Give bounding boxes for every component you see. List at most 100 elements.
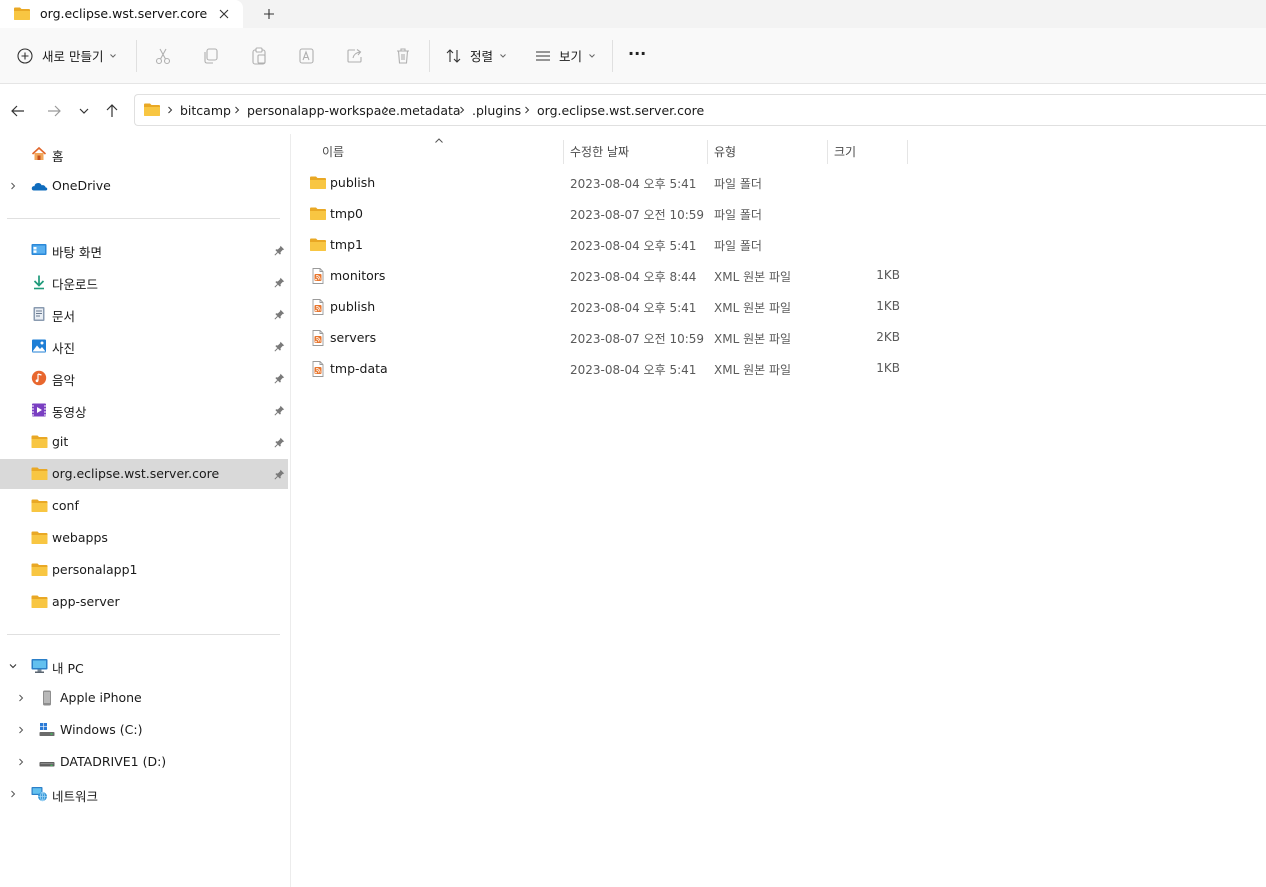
folder-icon <box>143 102 161 117</box>
sidebar-item-personalapp1[interactable]: personalapp1 <box>0 555 288 585</box>
download-icon <box>31 274 47 290</box>
pin-icon[interactable] <box>274 437 285 448</box>
breadcrumb-item[interactable]: .plugins <box>472 103 521 118</box>
file-row[interactable]: tmp-data 2023-08-04 오후 5:41 XML 원본 파일 1K… <box>300 354 910 384</box>
sidebar-item-org-eclipse-wst-server-core[interactable]: org.eclipse.wst.server.core <box>0 459 288 489</box>
pin-icon[interactable] <box>274 469 285 480</box>
file-date: 2023-08-07 오전 10:59 <box>570 332 705 346</box>
pin-icon[interactable] <box>274 341 285 352</box>
pin-icon[interactable] <box>274 373 285 384</box>
sidebar-item-desktop[interactable]: 바탕 화면 <box>0 235 288 265</box>
file-name: monitors <box>330 268 386 283</box>
file-row[interactable]: publish 2023-08-04 오후 5:41 XML 원본 파일 1KB <box>300 292 910 322</box>
sidebar-item-datadrive1-d[interactable]: DATADRIVE1 (D:) <box>0 747 288 777</box>
column-header-size[interactable]: 크기 <box>834 143 856 160</box>
sidebar-item-label: 바탕 화면 <box>52 245 102 260</box>
chevron-right-icon[interactable] <box>8 789 18 799</box>
xml-file-icon <box>309 299 327 315</box>
add-circle-icon <box>16 47 34 65</box>
breadcrumb-item[interactable]: .metadata <box>396 103 461 118</box>
sidebar-item-label: 네트워크 <box>52 789 99 804</box>
file-row[interactable]: tmp1 2023-08-04 오후 5:41 파일 폴더 <box>300 230 910 260</box>
computer-icon <box>31 658 48 674</box>
column-header-name[interactable]: 이름 <box>322 143 344 160</box>
breadcrumb-chevron-icon[interactable] <box>522 105 532 115</box>
sidebar-item-label: 다운로드 <box>52 277 99 292</box>
column-separator[interactable] <box>563 140 564 164</box>
sidebar-item-documents[interactable]: 문서 <box>0 299 288 329</box>
sidebar-item-windows-c[interactable]: Windows (C:) <box>0 715 288 745</box>
column-separator[interactable] <box>907 140 908 164</box>
forward-arrow-icon[interactable] <box>45 102 63 120</box>
column-header-date[interactable]: 수정한 날짜 <box>570 143 629 160</box>
file-date: 2023-08-04 오후 5:41 <box>570 177 697 191</box>
sidebar-item-videos[interactable]: 동영상 <box>0 395 288 425</box>
recent-locations-chevron-icon[interactable] <box>75 102 93 120</box>
sidebar-item-music[interactable]: 음악 <box>0 363 288 393</box>
copy-icon[interactable] <box>201 46 221 66</box>
sidebar-item-app-server[interactable]: app-server <box>0 587 288 617</box>
breadcrumb-item[interactable]: bitcamp <box>180 103 231 118</box>
sort-button[interactable]: 정렬 <box>445 46 507 65</box>
column-separator[interactable] <box>707 140 708 164</box>
column-separator[interactable] <box>827 140 828 164</box>
sidebar-item-apple-iphone[interactable]: Apple iPhone <box>0 683 288 713</box>
sidebar-item-onedrive[interactable]: OneDrive <box>0 171 288 201</box>
up-arrow-icon[interactable] <box>103 102 121 120</box>
pin-icon[interactable] <box>274 309 285 320</box>
pin-icon[interactable] <box>274 277 285 288</box>
chevron-right-icon[interactable] <box>16 725 26 735</box>
breadcrumb-item[interactable]: personalapp-workspace <box>247 103 396 118</box>
sidebar-item-label: DATADRIVE1 (D:) <box>60 754 167 769</box>
sidebar-item-downloads[interactable]: 다운로드 <box>0 267 288 297</box>
close-icon[interactable] <box>216 6 232 22</box>
file-row[interactable]: servers 2023-08-07 오전 10:59 XML 원본 파일 2K… <box>300 323 910 353</box>
sidebar-item-conf[interactable]: conf <box>0 491 288 521</box>
chevron-right-icon[interactable] <box>8 181 18 191</box>
sidebar-item-label: 내 PC <box>52 661 84 676</box>
chevron-right-icon[interactable] <box>16 693 26 703</box>
pin-icon[interactable] <box>274 405 285 416</box>
file-row[interactable]: publish 2023-08-04 오후 5:41 파일 폴더 <box>300 168 910 198</box>
file-name: publish <box>330 299 376 314</box>
toolbar-separator <box>136 40 137 72</box>
file-row[interactable]: monitors 2023-08-04 오후 8:44 XML 원본 파일 1K… <box>300 261 910 291</box>
rename-icon[interactable] <box>297 46 317 66</box>
breadcrumb-chevron-icon[interactable] <box>457 105 467 115</box>
view-button[interactable]: 보기 <box>534 46 596 65</box>
breadcrumb-chevron-icon[interactable] <box>232 105 242 115</box>
video-icon <box>31 402 47 418</box>
pin-icon[interactable] <box>274 245 285 256</box>
sidebar-item-home[interactable]: 홈 <box>0 139 288 169</box>
tab-current-folder[interactable]: org.eclipse.wst.server.core <box>0 0 243 28</box>
file-type: XML 원본 파일 <box>714 270 792 284</box>
paste-icon[interactable] <box>249 46 269 66</box>
sidebar-item-label: 동영상 <box>52 405 87 420</box>
more-options-button[interactable]: ··· <box>628 44 646 63</box>
breadcrumb-item[interactable]: org.eclipse.wst.server.core <box>537 103 704 118</box>
chevron-right-icon[interactable] <box>16 757 26 767</box>
breadcrumb-chevron-icon[interactable] <box>381 105 391 115</box>
folder-icon <box>31 434 48 450</box>
toolbar-separator <box>429 40 430 72</box>
sidebar-item-network[interactable]: 네트워크 <box>0 779 288 809</box>
sidebar-item-pictures[interactable]: 사진 <box>0 331 288 361</box>
file-name: tmp1 <box>330 237 363 252</box>
back-arrow-icon[interactable] <box>9 102 27 120</box>
folder-icon <box>31 530 48 546</box>
breadcrumb-chevron-icon[interactable] <box>165 105 175 115</box>
sidebar-item-git[interactable]: git <box>0 427 288 457</box>
file-row[interactable]: tmp0 2023-08-07 오전 10:59 파일 폴더 <box>300 199 910 229</box>
column-header-type[interactable]: 유형 <box>714 143 736 160</box>
sidebar-item-this-pc[interactable]: 내 PC <box>0 651 288 681</box>
new-button[interactable]: 새로 만들기 <box>16 46 117 65</box>
pane-divider[interactable] <box>290 134 291 887</box>
delete-icon[interactable] <box>393 46 413 66</box>
more-icon: ··· <box>628 44 647 63</box>
cut-icon[interactable] <box>153 46 173 66</box>
sidebar-item-label: 문서 <box>52 309 76 324</box>
chevron-down-icon[interactable] <box>8 661 18 671</box>
new-tab-icon[interactable] <box>261 6 277 22</box>
sidebar-item-webapps[interactable]: webapps <box>0 523 288 553</box>
share-icon[interactable] <box>345 46 365 66</box>
